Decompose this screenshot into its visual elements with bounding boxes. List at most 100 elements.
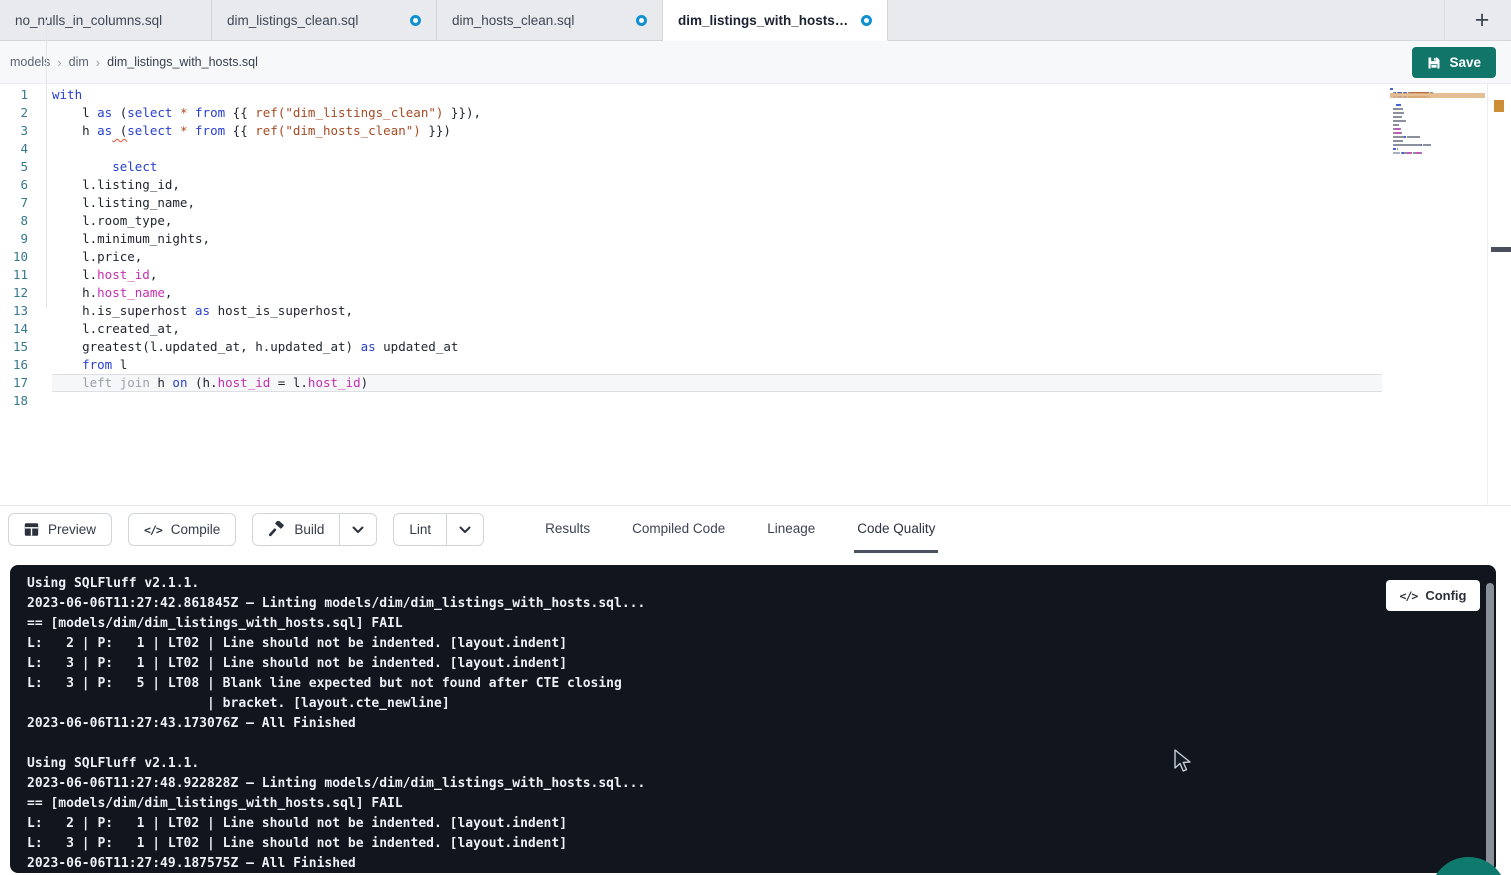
code-line-4[interactable]: 4 (0, 140, 1489, 158)
terminal-line: == [models/dim/dim_listings_with_hosts.s… (27, 794, 1496, 814)
modified-dot-icon (636, 15, 647, 26)
lint-dropdown-button[interactable] (447, 514, 483, 545)
overview-ruler (1487, 84, 1488, 505)
minimap[interactable] (1390, 88, 1485, 200)
floppy-icon (1427, 56, 1441, 70)
code-line-13[interactable]: 13 h.is_superhost as host_is_superhost, (0, 302, 1489, 320)
minimap-line (1390, 116, 1485, 118)
minimap-line (1390, 144, 1485, 146)
build-split-button: Build (252, 513, 377, 546)
minimap-line (1390, 120, 1485, 122)
code-line-15[interactable]: 15 greatest(l.updated_at, h.updated_at) … (0, 338, 1489, 356)
save-label: Save (1449, 55, 1481, 70)
mouse-cursor-icon (1172, 748, 1194, 776)
lint-button[interactable]: Lint (394, 514, 447, 545)
code-line-8[interactable]: 8 l.room_type, (0, 212, 1489, 230)
code-line-18[interactable]: 18 (0, 392, 1489, 410)
build-dropdown-button[interactable] (340, 514, 376, 545)
code-line-17[interactable]: 17 left join h on (h.host_id = l.host_id… (0, 374, 1489, 392)
breadcrumb: models›dim›dim_listings_with_hosts.sql (10, 55, 258, 70)
code-text: h.host_name, (52, 284, 1382, 302)
terminal-line: 2023-06-06T11:27:49.187575Z — All Finish… (27, 854, 1496, 873)
code-icon: </> (1400, 589, 1418, 603)
line-number: 13 (0, 302, 28, 320)
minimap-line (1390, 104, 1485, 106)
code-line-3[interactable]: 3 h as (select * from {{ ref("dim_hosts_… (0, 122, 1489, 140)
line-number: 17 (0, 374, 28, 392)
code-line-11[interactable]: 11 l.host_id, (0, 266, 1489, 284)
build-button[interactable]: Build (253, 514, 340, 545)
panel-tab-results[interactable]: Results (542, 506, 593, 553)
preview-label: Preview (48, 522, 96, 537)
code-line-7[interactable]: 7 l.listing_name, (0, 194, 1489, 212)
tab-dim_listings_clean.sql[interactable]: dim_listings_clean.sql (212, 0, 437, 41)
terminal-line: Using SQLFluff v2.1.1. (27, 754, 1496, 774)
tab-label: dim_hosts_clean.sql (452, 13, 574, 28)
breadcrumb-item[interactable]: models (10, 55, 50, 69)
code-line-16[interactable]: 16 from l (0, 356, 1489, 374)
new-tab-button[interactable]: + (1467, 5, 1497, 35)
code-text: with (52, 86, 1382, 104)
chevron-down-icon (352, 526, 364, 534)
code-line-9[interactable]: 9 l.minimum_nights, (0, 230, 1489, 248)
minimap-line (1390, 128, 1485, 130)
code-line-14[interactable]: 14 l.created_at, (0, 320, 1489, 338)
code-line-1[interactable]: 1 with (0, 86, 1489, 104)
minimap-line (1390, 100, 1485, 102)
code-text: from l (52, 356, 1382, 374)
tab-label: no_nulls_in_columns.sql (15, 13, 162, 28)
panel-tab-code-quality[interactable]: Code Quality (854, 506, 938, 553)
minimap-change-band (1390, 93, 1485, 98)
terminal-scrollbar[interactable] (1486, 583, 1494, 870)
tab-strip: no_nulls_in_columns.sql dim_listings_clea… (0, 0, 1511, 41)
terminal-line: L: 2 | P: 1 | LT02 | Line should not be … (27, 634, 1496, 654)
line-number: 6 (0, 176, 28, 194)
minimap-line (1390, 140, 1485, 142)
code-line-12[interactable]: 12 h.host_name, (0, 284, 1489, 302)
terminal-line: 2023-06-06T11:27:43.173076Z — All Finish… (27, 714, 1496, 734)
save-button[interactable]: Save (1412, 47, 1496, 78)
code-editor[interactable]: 1 with2 l as (select * from {{ ref("dim_l… (0, 84, 1489, 505)
terminal-line: Using SQLFluff v2.1.1. (27, 574, 1496, 594)
code-lines: 1 with2 l as (select * from {{ ref("dim_l… (0, 86, 1489, 410)
tab-strip-divider (1444, 0, 1445, 41)
terminal-line: | bracket. [layout.cte_newline] (27, 694, 1496, 714)
minimap-line (1390, 108, 1485, 110)
code-text: greatest(l.updated_at, h.updated_at) as … (52, 338, 1382, 356)
line-number: 14 (0, 320, 28, 338)
code-text: l.created_at, (52, 320, 1382, 338)
config-button[interactable]: </> Config (1386, 580, 1480, 611)
panel-tab-lineage[interactable]: Lineage (764, 506, 818, 553)
plus-icon: + (1475, 6, 1490, 35)
tab-dim_listings_with_hosts.sql[interactable]: dim_listings_with_hosts.sql (663, 0, 888, 41)
breadcrumb-item[interactable]: dim (69, 55, 89, 69)
terminal-output: Using SQLFluff v2.1.1. 2023-06-06T11:27:4… (27, 574, 1496, 873)
code-text (52, 140, 1382, 158)
terminal-line: == [models/dim/dim_listings_with_hosts.s… (27, 614, 1496, 634)
lint-terminal[interactable]: Using SQLFluff v2.1.1. 2023-06-06T11:27:4… (10, 565, 1496, 873)
code-icon: </> (144, 523, 162, 537)
breadcrumb-item[interactable]: dim_listings_with_hosts.sql (107, 55, 258, 69)
minimap-line (1390, 148, 1485, 150)
line-number: 4 (0, 140, 28, 158)
compile-button[interactable]: </> Compile (128, 513, 236, 546)
hammer-icon (268, 521, 285, 538)
minimap-line (1390, 112, 1485, 114)
panel-tab-compiled-code[interactable]: Compiled Code (629, 506, 728, 553)
modified-dot-icon (410, 15, 421, 26)
code-line-2[interactable]: 2 l as (select * from {{ ref("dim_listin… (0, 104, 1489, 122)
preview-button[interactable]: Preview (8, 513, 112, 546)
line-number: 1 (0, 86, 28, 104)
tab-dim_hosts_clean.sql[interactable]: dim_hosts_clean.sql (437, 0, 663, 41)
code-line-5[interactable]: 5 select (0, 158, 1489, 176)
code-text: l.host_id, (52, 266, 1382, 284)
tab-no_nulls_in_columns.sql[interactable]: no_nulls_in_columns.sql (0, 0, 212, 41)
line-number: 10 (0, 248, 28, 266)
code-line-6[interactable]: 6 l.listing_id, (0, 176, 1489, 194)
terminal-line: L: 2 | P: 1 | LT02 | Line should not be … (27, 814, 1496, 834)
line-number: 5 (0, 158, 28, 176)
tab-label: dim_listings_with_hosts.sql (678, 13, 851, 28)
terminal-line (27, 734, 1496, 754)
code-line-10[interactable]: 10 l.price, (0, 248, 1489, 266)
code-text: l.minimum_nights, (52, 230, 1382, 248)
